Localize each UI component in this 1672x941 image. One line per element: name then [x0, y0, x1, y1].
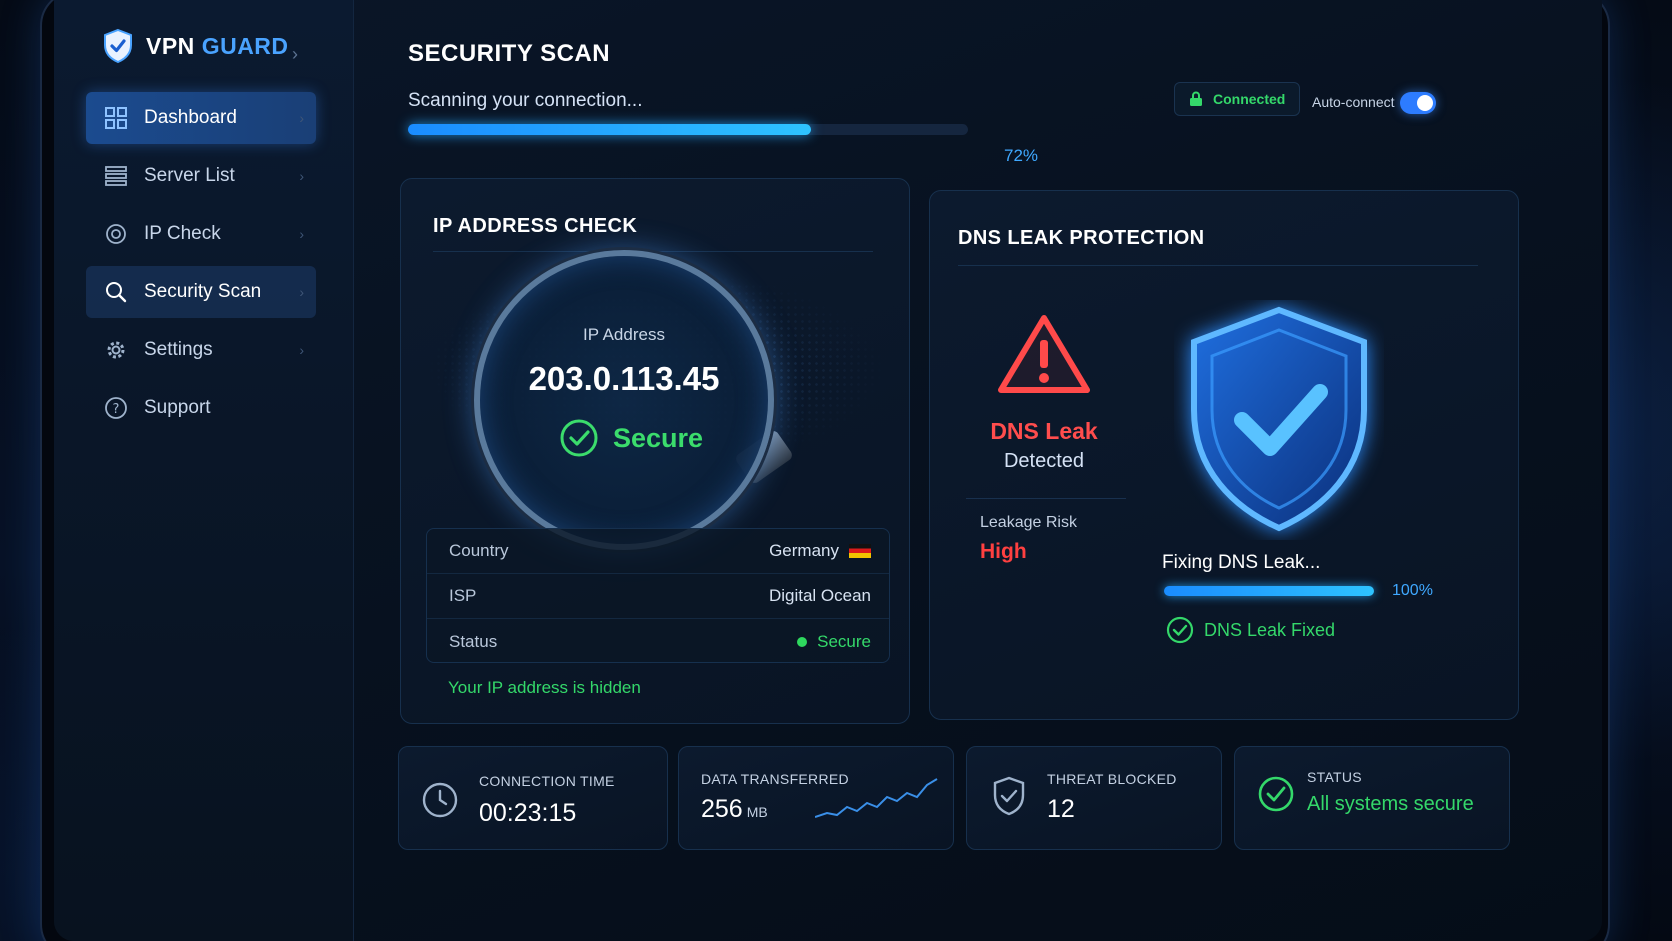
check-circle-icon: [560, 419, 598, 457]
sidebar-item-dashboard[interactable]: Dashboard ›: [86, 92, 316, 144]
sidebar-item-label: Server List: [144, 165, 235, 186]
sidebar-item-server-list[interactable]: Server List ›: [86, 150, 316, 202]
sidebar-item-settings[interactable]: Settings ›: [86, 324, 316, 376]
stat-connection-time: CONNECTION TIME 00:23:15: [398, 746, 668, 850]
dns-fix-progress-fill: [1164, 586, 1374, 596]
warning-triangle-icon: [998, 315, 1090, 393]
scan-progress-bar: [408, 124, 968, 135]
row-key: Country: [449, 541, 509, 560]
stat-label: STATUS: [1307, 769, 1362, 785]
connection-status-label: Connected: [1213, 91, 1286, 107]
ip-card-title: IP ADDRESS CHECK: [433, 215, 638, 237]
ip-address-value: 203.0.113.45: [528, 360, 720, 397]
table-row-country: Country Germany: [427, 529, 889, 574]
dns-leak-status: Detected: [1003, 450, 1085, 472]
stat-threat-blocked: THREAT BLOCKED 12: [966, 746, 1222, 850]
collapse-chevron-icon[interactable]: ›: [292, 44, 298, 65]
connection-status-badge: Connected: [1174, 82, 1301, 116]
scan-progress-percent: 72%: [1004, 146, 1039, 165]
dns-fix-progress-bar: [1164, 586, 1374, 596]
sidebar-item-label: Settings: [144, 339, 213, 360]
status-dot-icon: [797, 636, 808, 647]
chevron-right-icon: ›: [299, 110, 304, 126]
germany-flag-icon: [849, 544, 871, 558]
shield-icon: [993, 776, 1025, 816]
row-value: Secure: [797, 632, 871, 652]
stat-label: THREAT BLOCKED: [1047, 771, 1177, 787]
chevron-right-icon: ›: [299, 168, 304, 184]
scan-progress-fill: [408, 124, 812, 135]
ip-address-label: IP Address: [583, 325, 665, 344]
row-value: Digital Ocean: [768, 586, 871, 605]
ip-info-table: Country Germany ISP Digital Ocean Status…: [426, 528, 890, 663]
scan-status-text: Scanning your connection...: [408, 90, 643, 111]
search-icon: [104, 280, 128, 304]
ip-hidden-message: Your IP address is hidden: [448, 678, 641, 697]
stat-value: 00:23:15: [479, 799, 577, 827]
check-circle-icon: [1166, 616, 1194, 644]
autoconnect-label: Auto-connect: [1312, 94, 1395, 110]
row-key: Status: [449, 631, 498, 651]
dns-fixed-message: DNS Leak Fixed: [1166, 616, 1335, 644]
dns-card-title: DNS LEAK PROTECTION: [958, 227, 1205, 249]
stat-value: All systems secure: [1307, 793, 1474, 815]
brand-name: VPN GUARD: [146, 32, 289, 59]
main-content: SECURITY SCAN Scanning your connection..…: [354, 0, 1602, 941]
dns-fix-progress-percent: 100%: [1392, 582, 1433, 599]
gear-icon: [104, 338, 128, 362]
divider: [966, 498, 1126, 499]
app-window: VPN GUARD › Dashboard › Server List › IP…: [54, 0, 1602, 941]
toggle-knob: [1417, 95, 1433, 111]
sidebar-item-label: Dashboard: [144, 107, 237, 128]
stat-status: STATUS All systems secure: [1234, 746, 1510, 850]
stat-value: 12: [1047, 795, 1075, 823]
brand[interactable]: VPN GUARD: [102, 28, 289, 64]
leakage-risk-value: High: [980, 540, 1027, 563]
list-icon: [104, 164, 128, 188]
sidebar: VPN GUARD › Dashboard › Server List › IP…: [54, 0, 354, 941]
table-row-isp: ISP Digital Ocean: [427, 574, 889, 619]
shield-logo-icon: [104, 28, 132, 64]
leakage-risk-label: Leakage Risk: [980, 514, 1077, 531]
clock-icon: [422, 782, 458, 818]
sidebar-item-security-scan[interactable]: Security Scan ›: [86, 266, 316, 318]
row-value: Germany: [769, 541, 871, 561]
help-icon: ?: [104, 396, 128, 420]
ip-secure-label: Secure: [613, 422, 704, 453]
dns-warning: [974, 312, 1114, 401]
svg-text:?: ?: [113, 402, 120, 417]
magnifying-glass-icon: [474, 250, 774, 550]
sidebar-nav: Dashboard › Server List › IP Check › Sec…: [86, 92, 316, 440]
sidebar-item-label: IP Check: [144, 223, 221, 244]
sidebar-item-ip-check[interactable]: IP Check ›: [86, 208, 316, 260]
table-row-status: Status Secure: [427, 619, 889, 664]
shield-check-icon: [1174, 300, 1384, 545]
stat-value: 256 MB: [701, 795, 768, 823]
chevron-right-icon: ›: [299, 284, 304, 300]
autoconnect-toggle[interactable]: [1400, 92, 1436, 114]
ip-secure-indicator: Secure: [559, 418, 703, 458]
sidebar-item-label: Support: [144, 397, 211, 418]
stat-data-transferred: DATA TRANSFERRED 256 MB: [678, 746, 954, 850]
card-divider: [958, 265, 1478, 266]
dns-leak-title: DNS Leak: [990, 418, 1098, 444]
lock-icon: [1190, 91, 1202, 106]
check-circle-icon: [1258, 776, 1294, 812]
page-title: SECURITY SCAN: [408, 40, 611, 67]
sidebar-item-support[interactable]: ? Support: [86, 382, 316, 434]
traffic-sparkline-icon: [815, 778, 938, 818]
chevron-right-icon: ›: [299, 342, 304, 358]
grid-icon: [104, 106, 128, 130]
chevron-right-icon: ›: [299, 226, 304, 242]
stat-label: CONNECTION TIME: [479, 773, 615, 789]
fixing-dns-label: Fixing DNS Leak...: [1162, 552, 1321, 573]
ip-check-icon: [104, 222, 128, 246]
sidebar-item-label: Security Scan: [144, 281, 262, 302]
row-key: ISP: [449, 586, 477, 605]
